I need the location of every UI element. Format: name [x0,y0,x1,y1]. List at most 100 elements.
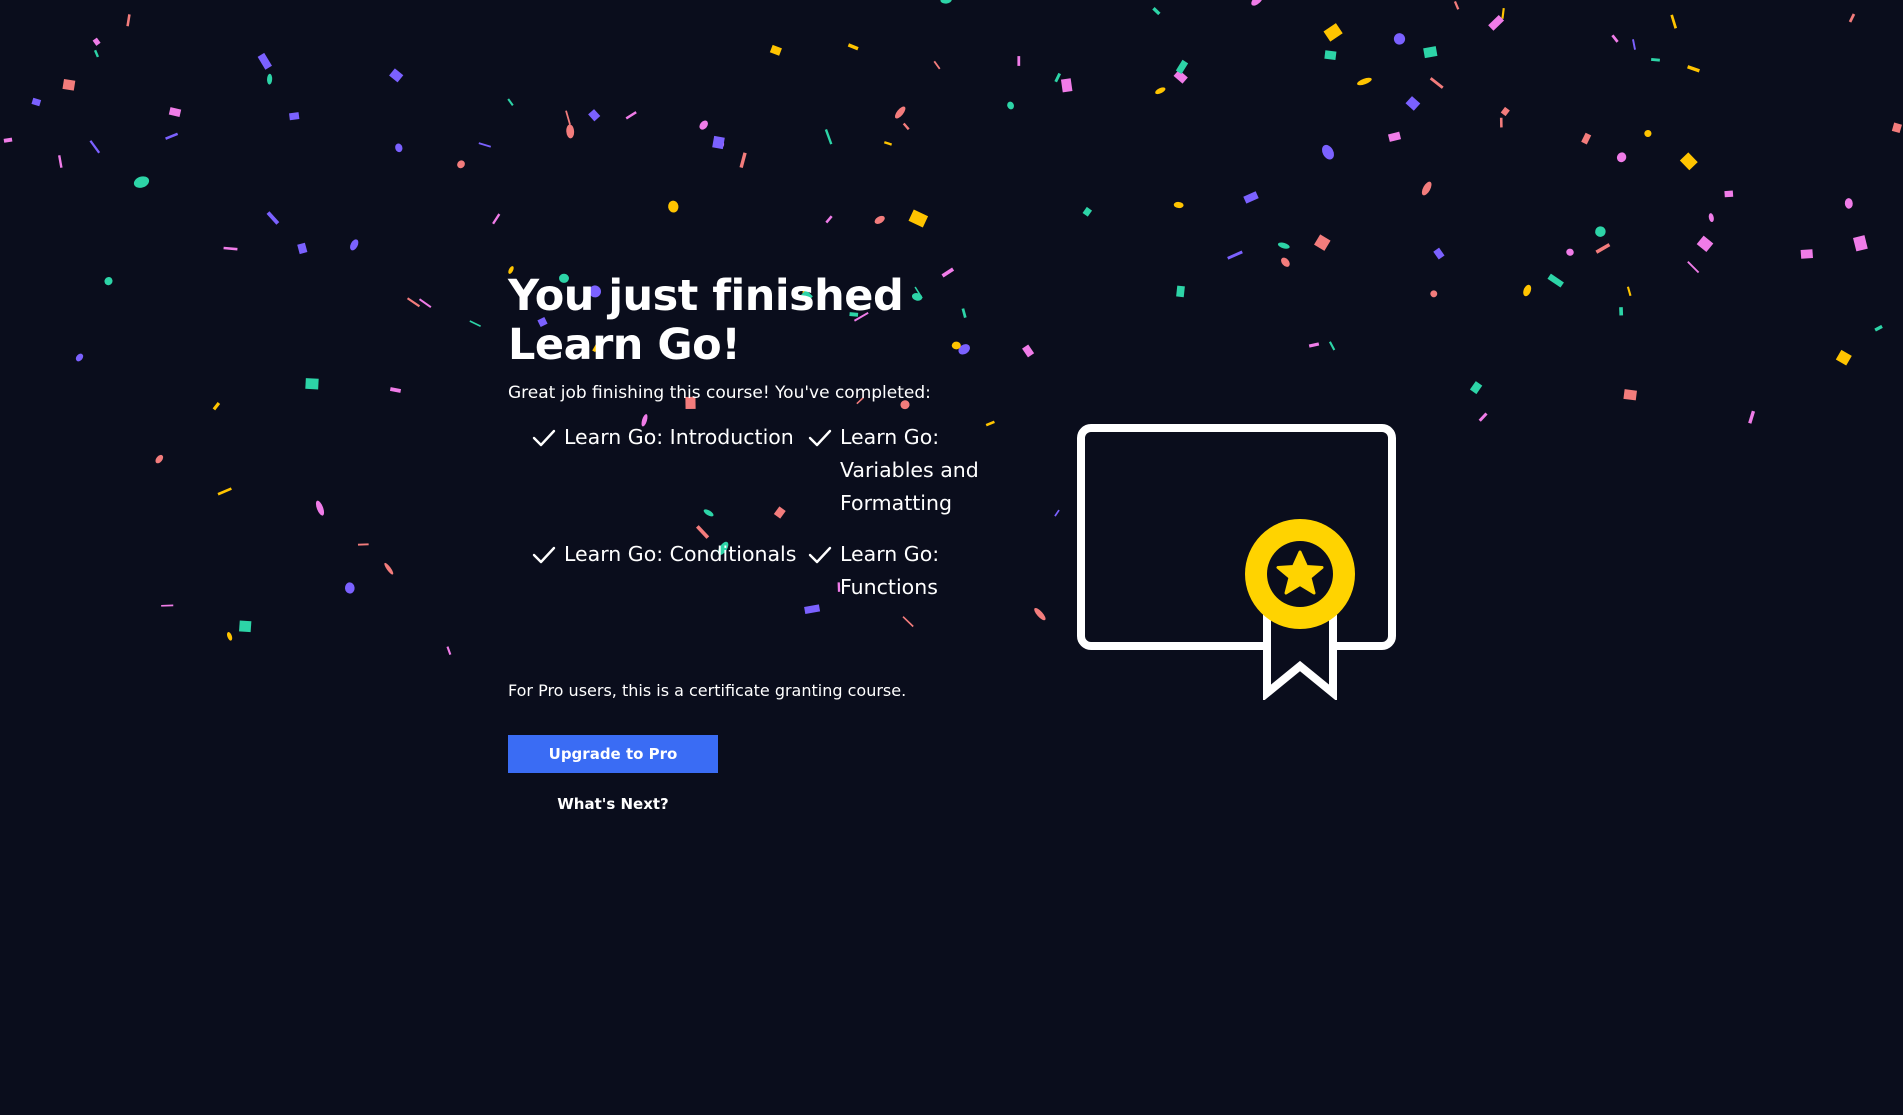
confetti-piece [297,242,308,255]
confetti-piece [126,14,131,27]
confetti-piece [1523,284,1532,297]
certificate-frame [1077,424,1396,650]
confetti-piece [1611,34,1619,43]
confetti-piece [1393,33,1406,45]
confetti-piece [1430,290,1438,298]
confetti-piece [1619,307,1624,316]
confetti-piece [1566,248,1574,256]
confetti-piece [1054,72,1062,83]
confetti-piece [1670,14,1678,29]
confetti-piece [62,78,76,91]
confetti-piece [389,68,404,83]
confetti-piece [395,143,403,153]
completed-course-item: Learn Go: Variables and Formatting [808,421,1038,520]
confetti-piece [902,616,914,628]
confetti-piece [769,44,782,56]
confetti-piece [1651,57,1660,62]
confetti-piece [155,454,164,464]
confetti-piece [668,200,679,213]
confetti-piece [1623,389,1637,401]
confetti-piece [133,176,150,188]
confetti-piece [92,37,101,46]
course-label: Learn Go: Introduction [564,425,794,449]
confetti-piece [1421,181,1432,196]
confetti-piece [566,124,575,139]
confetti-piece [1387,131,1402,142]
confetti-piece [469,320,481,327]
confetti-piece [1155,87,1166,95]
confetti-piece [384,562,394,575]
confetti-piece [75,353,84,362]
check-icon [808,421,840,454]
confetti-piece [89,140,101,154]
check-icon [532,421,564,454]
confetti-piece [507,98,514,106]
confetti-piece [1324,50,1337,60]
confetti-piece [1891,122,1902,134]
confetti-piece [1478,412,1488,422]
confetti-piece [315,500,325,516]
confetti-piece [1595,243,1611,254]
confetti-piece [168,107,182,118]
confetti-piece [1499,117,1503,128]
confetti-piece [1748,410,1756,424]
title-line-1: You just finished [508,271,904,321]
confetti-piece [874,215,885,224]
confetti-piece [1626,286,1632,297]
confetti-piece [289,112,300,121]
whats-next-link[interactable]: What's Next? [508,795,718,813]
confetti-piece [161,604,174,607]
confetti-piece [825,215,833,224]
title-line-2: Learn Go! [508,320,741,370]
confetti-piece [1328,341,1336,351]
confetti-piece [257,52,272,70]
confetti-piece [418,298,432,308]
pro-certificate-note: For Pro users, this is a certificate gra… [508,681,907,700]
confetti-piece [1453,1,1460,10]
confetti-piece [1679,152,1698,171]
confetti-piece [1433,247,1445,260]
confetti-piece [1501,7,1505,19]
confetti-piece [165,132,179,140]
confetti-piece [1152,7,1161,16]
confetti-piece [1687,65,1700,73]
confetti-piece [305,378,319,390]
confetti-piece [1874,324,1883,332]
confetti-piece [1243,191,1259,204]
confetti-piece [1082,206,1093,217]
certificate-icon [1077,424,1396,700]
confetti-piece [1277,242,1290,249]
confetti-piece [212,402,221,411]
confetti-piece [1848,13,1856,23]
confetti-piece [804,604,821,614]
confetti-piece [712,135,725,150]
confetti-piece [457,160,465,169]
confetti-piece [227,631,233,641]
completed-course-list: Learn Go: Introduction Learn Go: Variabl… [532,421,1048,604]
confetti-piece [565,110,571,125]
confetti-piece [1547,273,1564,288]
course-label: Learn Go: Functions [840,542,940,599]
completed-course-item: Learn Go: Conditionals [532,538,808,604]
confetti-piece [1724,190,1734,198]
confetti-piece [239,620,252,633]
upgrade-to-pro-button[interactable]: Upgrade to Pro [508,735,718,773]
confetti-piece [1469,381,1483,395]
confetti-piece [1054,509,1060,517]
completed-course-item: Learn Go: Functions [808,538,1038,604]
confetti-piece [1687,261,1700,274]
completed-course-item: Learn Go: Introduction [532,421,808,520]
confetti-piece [1323,23,1343,42]
completion-panel: You just finished Learn Go! Great job fi… [508,272,1048,604]
confetti-piece [389,387,402,393]
confetti-piece [1007,101,1015,110]
confetti-piece [902,122,910,131]
confetti-piece [1423,46,1438,59]
course-label: Learn Go: Variables and Formatting [840,425,979,515]
confetti-piece [1405,96,1421,111]
confetti-piece [883,141,893,146]
confetti-piece [1844,198,1853,209]
check-icon [808,538,840,571]
confetti-piece [1800,249,1813,259]
confetti-piece [1853,235,1868,252]
